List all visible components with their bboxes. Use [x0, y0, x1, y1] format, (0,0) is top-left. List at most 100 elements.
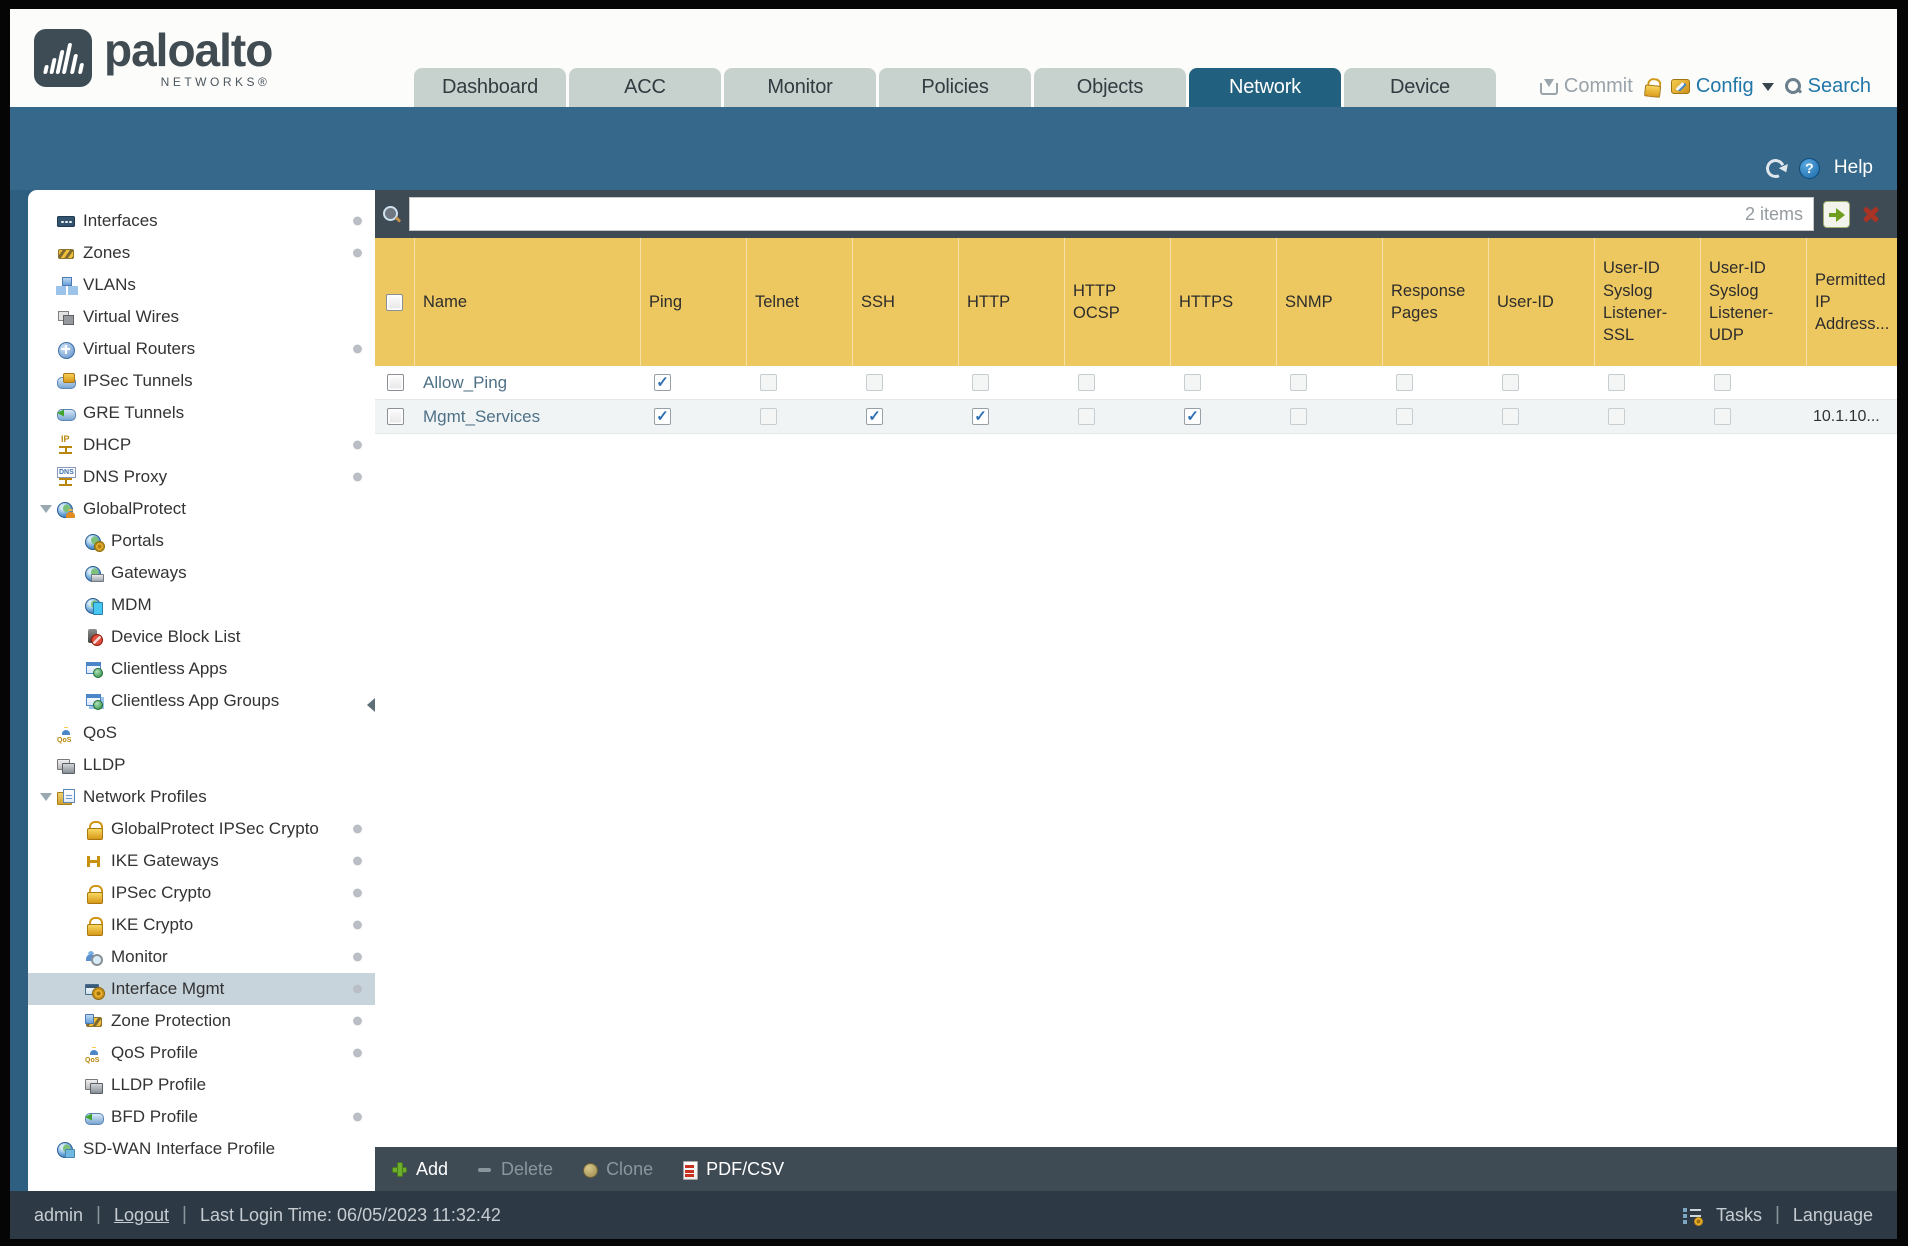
nav-tab[interactable]: Device: [1344, 68, 1496, 107]
service-checkbox[interactable]: ✓: [1502, 408, 1519, 425]
expand-arrow-icon[interactable]: [40, 793, 52, 801]
column-header[interactable]: Permitted IP Address...: [1807, 238, 1897, 366]
column-header[interactable]: User-ID: [1489, 238, 1595, 366]
expand-arrow-icon[interactable]: [40, 505, 52, 513]
service-checkbox[interactable]: ✓: [1714, 408, 1731, 425]
column-header[interactable]: HTTPS: [1171, 238, 1277, 366]
sidebar-item[interactable]: IKE Gateways: [28, 845, 375, 877]
service-checkbox[interactable]: ✓: [866, 408, 883, 425]
sidebar-item[interactable]: IPSec Crypto: [28, 877, 375, 909]
sidebar-item[interactable]: QoS Profile: [28, 1037, 375, 1069]
nav-tab[interactable]: ACC: [569, 68, 721, 107]
sidebar-item[interactable]: Zones: [28, 237, 375, 269]
sidebar-item[interactable]: QoS: [28, 717, 375, 749]
commit-button[interactable]: Commit: [1539, 75, 1633, 98]
sidebar-item[interactable]: Portals: [28, 525, 375, 557]
sidebar-item[interactable]: GlobalProtect IPSec Crypto: [28, 813, 375, 845]
toolbar-button[interactable]: Add: [391, 1159, 448, 1180]
column-header[interactable]: HTTP OCSP: [1065, 238, 1171, 366]
sidebar-item[interactable]: GlobalProtect: [28, 493, 375, 525]
column-header[interactable]: Name: [415, 238, 641, 366]
service-checkbox[interactable]: ✓: [1290, 374, 1307, 391]
refresh-icon[interactable]: [1763, 155, 1788, 181]
profile-name-link[interactable]: Allow_Ping: [423, 373, 507, 392]
nav-tab[interactable]: Network: [1189, 68, 1341, 107]
tasks-link[interactable]: Tasks: [1716, 1205, 1762, 1226]
service-checkbox[interactable]: ✓: [1608, 374, 1625, 391]
sidebar-item[interactable]: Gateways: [28, 557, 375, 589]
sidebar-item[interactable]: Clientless App Groups: [28, 685, 375, 717]
sidebar-item[interactable]: Virtual Wires: [28, 301, 375, 333]
sidebar-item[interactable]: BFD Profile: [28, 1101, 375, 1133]
clear-filter-button[interactable]: [1859, 202, 1883, 226]
column-header[interactable]: Response Pages: [1383, 238, 1489, 366]
sidebar-item[interactable]: Virtual Routers: [28, 333, 375, 365]
service-checkbox[interactable]: ✓: [1396, 408, 1413, 425]
service-checkbox[interactable]: ✓: [1184, 374, 1201, 391]
service-checkbox[interactable]: ✓: [760, 374, 777, 391]
toolbar-button[interactable]: Clone: [581, 1159, 653, 1180]
logout-link[interactable]: Logout: [114, 1205, 169, 1226]
service-checkbox[interactable]: ✓: [1714, 374, 1731, 391]
help-icon[interactable]: [1798, 157, 1820, 179]
sidebar-item[interactable]: Interfaces: [28, 205, 375, 237]
sidebar-item[interactable]: Clientless Apps: [28, 653, 375, 685]
nav-tab[interactable]: Objects: [1034, 68, 1186, 107]
column-header[interactable]: SSH: [853, 238, 959, 366]
nav-tab[interactable]: Monitor: [724, 68, 876, 107]
sidebar-item[interactable]: Zone Protection: [28, 1005, 375, 1037]
toolbar-button[interactable]: Delete: [476, 1159, 553, 1180]
table-row[interactable]: Allow_Ping ✓ ✓ ✓ ✓: [375, 366, 1897, 400]
sidebar-item[interactable]: MDM: [28, 589, 375, 621]
config-button[interactable]: Config: [1670, 75, 1774, 98]
sidebar-item[interactable]: Monitor: [28, 941, 375, 973]
sidebar-item[interactable]: VLANs: [28, 269, 375, 301]
sidebar-item[interactable]: LLDP Profile: [28, 1069, 375, 1101]
sidebar-collapse-handle[interactable]: [367, 698, 375, 712]
column-header[interactable]: User-ID Syslog Listener-UDP: [1701, 238, 1807, 366]
sidebar-item[interactable]: GRE Tunnels: [28, 397, 375, 429]
service-checkbox[interactable]: ✓: [972, 374, 989, 391]
service-checkbox[interactable]: ✓: [1078, 374, 1095, 391]
service-checkbox[interactable]: ✓: [760, 408, 777, 425]
column-header[interactable]: SNMP: [1277, 238, 1383, 366]
select-all-checkbox[interactable]: [386, 293, 403, 311]
sidebar-item[interactable]: SD-WAN Interface Profile: [28, 1133, 375, 1165]
sidebar-item[interactable]: IPSec Tunnels: [28, 365, 375, 397]
sidebar-item[interactable]: IKE Crypto: [28, 909, 375, 941]
profile-name-link[interactable]: Mgmt_Services: [423, 407, 540, 426]
service-checkbox[interactable]: ✓: [1184, 408, 1201, 425]
sidebar-item[interactable]: DHCP: [28, 429, 375, 461]
sidebar-item[interactable]: LLDP: [28, 749, 375, 781]
lock-icon[interactable]: [1643, 77, 1661, 97]
language-link[interactable]: Language: [1793, 1205, 1873, 1226]
service-checkbox[interactable]: ✓: [972, 408, 989, 425]
service-checkbox[interactable]: ✓: [654, 374, 671, 391]
column-header[interactable]: Ping: [641, 238, 747, 366]
sidebar-item[interactable]: Interface Mgmt: [28, 973, 375, 1005]
service-checkbox[interactable]: ✓: [1608, 408, 1625, 425]
column-header[interactable]: User-ID Syslog Listener-SSL: [1595, 238, 1701, 366]
search-input[interactable]: [420, 204, 1745, 224]
column-header[interactable]: HTTP: [959, 238, 1065, 366]
help-label[interactable]: Help: [1834, 157, 1873, 179]
sidebar-item[interactable]: Network Profiles: [28, 781, 375, 813]
service-checkbox[interactable]: ✓: [866, 374, 883, 391]
sidebar-item[interactable]: DNS Proxy: [28, 461, 375, 493]
table-row[interactable]: Mgmt_Services ✓ ✓ ✓ ✓ 10.1.10...: [375, 400, 1897, 434]
row-checkbox[interactable]: [386, 374, 404, 391]
service-checkbox[interactable]: ✓: [1502, 374, 1519, 391]
service-checkbox[interactable]: ✓: [1078, 408, 1095, 425]
service-checkbox[interactable]: ✓: [1396, 374, 1413, 391]
search-button[interactable]: Search: [1784, 75, 1871, 98]
nav-tab[interactable]: Policies: [879, 68, 1031, 107]
service-checkbox[interactable]: ✓: [1290, 408, 1307, 425]
service-checkbox[interactable]: ✓: [654, 408, 671, 425]
row-checkbox[interactable]: [386, 408, 404, 425]
column-header[interactable]: Telnet: [747, 238, 853, 366]
item-dot: [353, 344, 362, 354]
nav-tab[interactable]: Dashboard: [414, 68, 566, 107]
apply-filter-button[interactable]: [1823, 200, 1850, 228]
toolbar-button[interactable]: PDF/CSV: [681, 1159, 784, 1180]
sidebar-item[interactable]: Device Block List: [28, 621, 375, 653]
